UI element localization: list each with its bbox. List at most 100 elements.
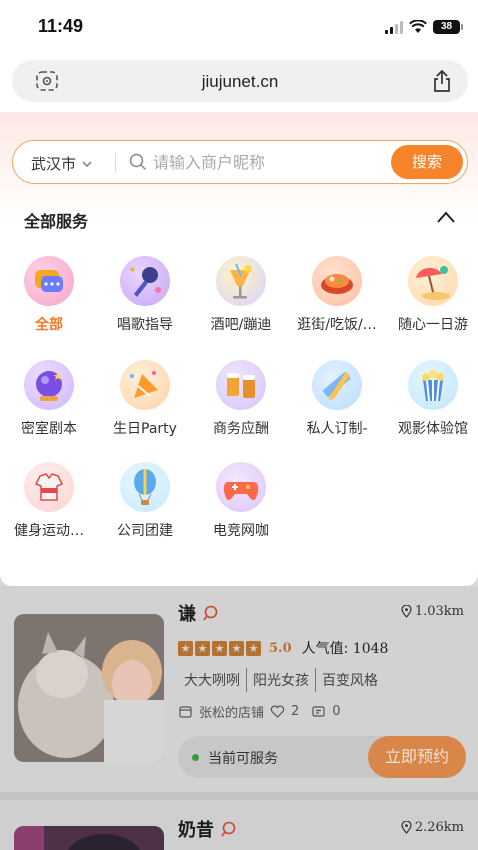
service-item-all[interactable]: 全部 (1, 256, 97, 346)
microphone-icon (120, 256, 170, 306)
chat-icon[interactable] (202, 605, 218, 621)
all-chat-icon (24, 256, 74, 306)
service-label: 逛街/吃饭/… (297, 317, 377, 333)
star-icon: ★ (246, 640, 261, 656)
provider-name-text: 谦 (178, 604, 196, 625)
like-count: 2 (291, 704, 300, 719)
search-bar: 武汉市 搜索 (12, 140, 468, 184)
service-item-business[interactable]: 商务应酬 (193, 360, 289, 450)
distance: 1.03km (401, 604, 464, 619)
service-item-day-trip[interactable]: 随心一日游 (385, 256, 478, 346)
service-label: 观影体验馆 (398, 421, 468, 437)
food-plate-icon (312, 256, 362, 306)
popcorn-icon (408, 360, 458, 410)
shop-name[interactable]: 张松的店铺 (199, 702, 264, 721)
beach-umbrella-icon (408, 256, 458, 306)
service-item-esports[interactable]: 电竞网咖 (193, 462, 289, 552)
location-pin-icon (401, 605, 412, 618)
popularity-label: 人气值: (301, 641, 349, 657)
hot-air-balloon-icon (120, 462, 170, 512)
service-label: 随心一日游 (398, 317, 468, 333)
service-item-escape-room[interactable]: 密室剧本 (1, 360, 97, 450)
cocktail-icon (216, 256, 266, 306)
service-item-team-building[interactable]: 公司团建 (97, 462, 193, 552)
provider-card[interactable]: 谦 1.03km ★ ★ ★ ★ ★ 5.0 人气值: 1048 大大咧咧 阳光… (0, 586, 478, 796)
available-dot (192, 754, 199, 761)
chevron-up-icon[interactable] (436, 210, 456, 224)
comment-icon[interactable] (311, 704, 326, 719)
status-icons: 38 (385, 20, 463, 34)
crystal-ball-icon (24, 360, 74, 410)
beer-toast-icon (216, 360, 266, 410)
service-item-cinema[interactable]: 观影体验馆 (385, 360, 478, 450)
signal-icon (385, 20, 403, 34)
tag: 大大咧咧 (184, 673, 240, 689)
provider-card[interactable]: 奶昔 2.26km (0, 792, 478, 850)
provider-name: 奶昔 (178, 816, 236, 842)
search-button[interactable]: 搜索 (391, 145, 463, 179)
service-label: 健身运动… (14, 523, 84, 539)
service-label: 电竞网咖 (213, 523, 269, 539)
distance-text: 2.26km (414, 820, 464, 835)
party-horn-icon (120, 360, 170, 410)
service-label: 生日Party (113, 421, 177, 437)
service-item-birthday-party[interactable]: 生日Party (97, 360, 193, 450)
service-item-shopping-dining[interactable]: 逛街/吃饭/… (289, 256, 385, 346)
provider-tags: 大大咧咧 阳光女孩 百变风格 (178, 668, 384, 692)
share-icon[interactable] (432, 69, 452, 93)
url-text[interactable]: jiujunet.cn (12, 72, 468, 92)
tag: 阳光女孩 (246, 668, 315, 692)
book-now-button[interactable]: 立即预约 (368, 736, 466, 778)
chat-icon[interactable] (220, 821, 236, 837)
status-time: 11:49 (38, 16, 84, 36)
provider-name: 谦 (178, 600, 218, 626)
pencil-ruler-icon (312, 360, 362, 410)
rating-row: ★ ★ ★ ★ ★ 5.0 人气值: 1048 (178, 638, 388, 658)
tag: 百变风格 (315, 668, 384, 692)
shop-icon (179, 706, 192, 718)
service-item-singing[interactable]: 唱歌指导 (97, 256, 193, 346)
provider-photo (14, 826, 164, 850)
sport-shirt-icon (24, 462, 74, 512)
search-icon (129, 153, 147, 171)
city-selector[interactable]: 武汉市 (31, 153, 92, 174)
star-icon: ★ (195, 640, 210, 656)
status-bar: 11:49 38 (0, 0, 478, 56)
battery-indicator: 38 (433, 20, 463, 34)
star-icon: ★ (178, 640, 193, 656)
search-input[interactable] (153, 149, 383, 175)
chevron-down-icon (82, 161, 92, 167)
service-label: 私人订制- (306, 421, 368, 437)
service-item-bar[interactable]: 酒吧/蹦迪 (193, 256, 289, 346)
service-label: 全部 (35, 317, 63, 333)
service-panel: 武汉市 搜索 全部服务 全部 唱歌指导 酒吧/蹦迪 (0, 112, 478, 586)
search-divider (115, 153, 116, 173)
service-label: 密室剧本 (21, 421, 77, 437)
star-icon: ★ (212, 640, 227, 656)
rating-score: 5.0 (269, 640, 292, 656)
gamepad-icon (216, 462, 266, 512)
distance-text: 1.03km (414, 604, 464, 619)
location-pin-icon (401, 821, 412, 834)
provider-name-text: 奶昔 (178, 820, 214, 841)
wifi-icon (409, 20, 427, 33)
provider-meta: 张松的店铺 2 0 (178, 702, 341, 721)
service-label: 唱歌指导 (117, 317, 173, 333)
service-item-custom[interactable]: 私人订制- (289, 360, 385, 450)
distance: 2.26km (401, 820, 464, 835)
heart-icon[interactable] (270, 704, 285, 719)
popularity-value: 1048 (352, 641, 389, 657)
service-label: 公司团建 (117, 523, 173, 539)
section-title: 全部服务 (24, 212, 89, 231)
availability-text: 当前可服务 (208, 751, 278, 767)
service-label: 酒吧/蹦迪 (210, 317, 272, 333)
availability-bar: 当前可服务 立即预约 (178, 736, 466, 778)
city-label: 武汉市 (31, 155, 77, 173)
comment-count: 0 (332, 704, 341, 719)
address-bar[interactable]: jiujunet.cn (12, 60, 468, 102)
star-icon: ★ (229, 640, 244, 656)
provider-photo (14, 614, 164, 762)
service-label: 商务应酬 (213, 421, 269, 437)
service-item-fitness[interactable]: 健身运动… (1, 462, 97, 552)
provider-list: 谦 1.03km ★ ★ ★ ★ ★ 5.0 人气值: 1048 大大咧咧 阳光… (0, 586, 478, 850)
